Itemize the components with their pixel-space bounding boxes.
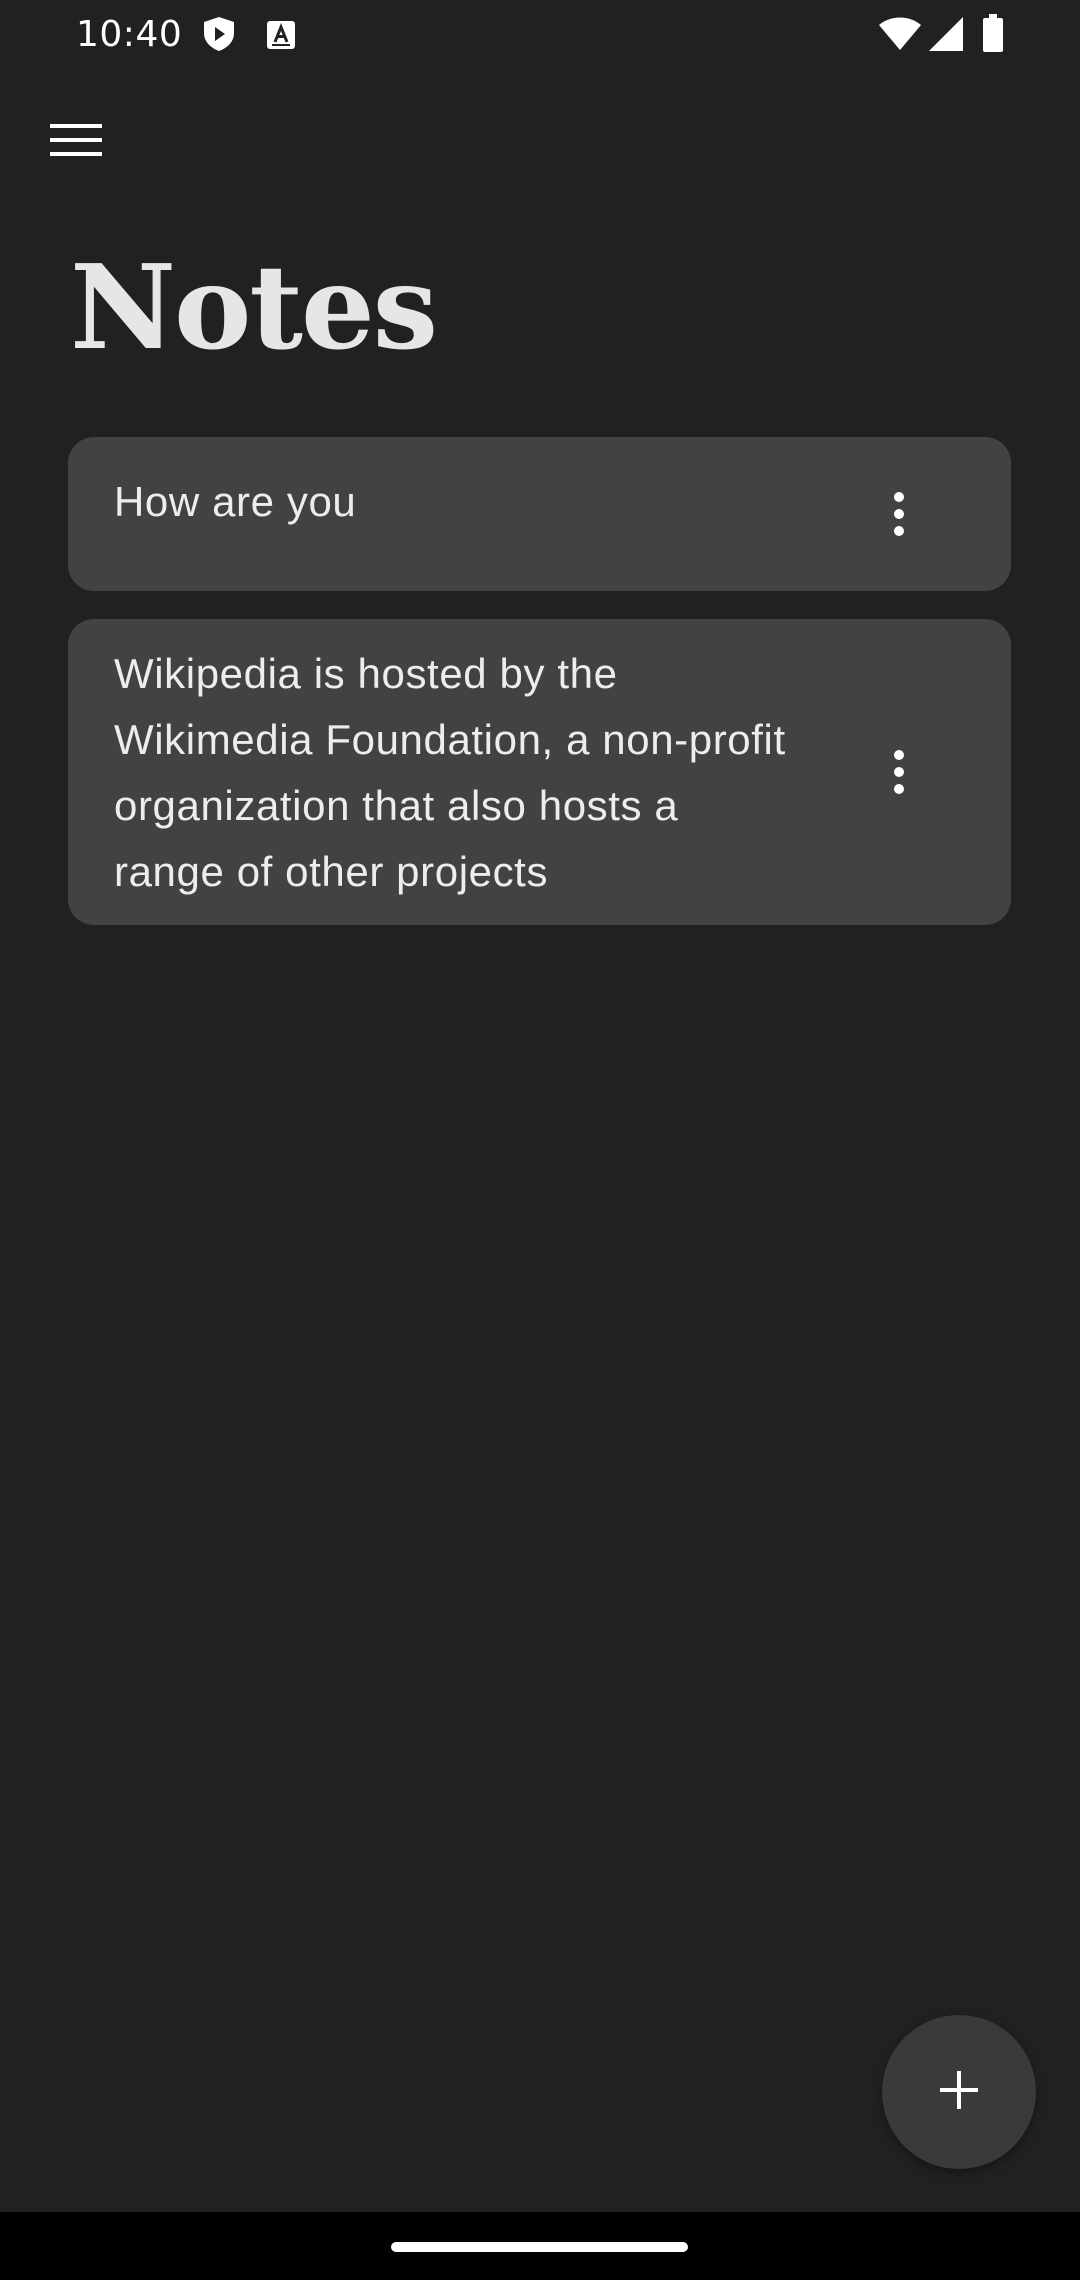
note-card[interactable]: How are you [68,437,1011,591]
notes-screen: 10:40 Notes How are you Wikipedia is hos… [0,0,1080,2280]
more-vert-icon [894,489,904,540]
wifi-icon [878,16,922,56]
plus-icon [938,2069,980,2115]
more-vert-icon [894,747,904,798]
system-navigation-bar [0,2212,1080,2280]
navigation-menu-button[interactable] [40,112,112,172]
note-card[interactable]: Wikipedia is hosted by the Wikimedia Fou… [68,619,1011,925]
hamburger-menu-icon [50,122,102,162]
note-options-button[interactable] [879,484,919,544]
shield-icon [202,16,236,56]
note-text: Wikipedia is hosted by the Wikimedia Fou… [114,650,786,895]
notes-list: How are you Wikipedia is hosted by the W… [68,437,1011,953]
add-note-button[interactable] [882,2015,1036,2169]
home-indicator[interactable] [391,2242,688,2252]
note-text: How are you [114,478,357,525]
status-bar: 10:40 [0,0,1080,66]
cellular-signal-icon [928,16,964,56]
status-time: 10:40 [76,14,183,55]
note-options-button[interactable] [879,742,919,802]
battery-icon [982,14,1004,56]
page-title: Notes [70,240,438,376]
keyboard-a-icon [266,20,296,54]
